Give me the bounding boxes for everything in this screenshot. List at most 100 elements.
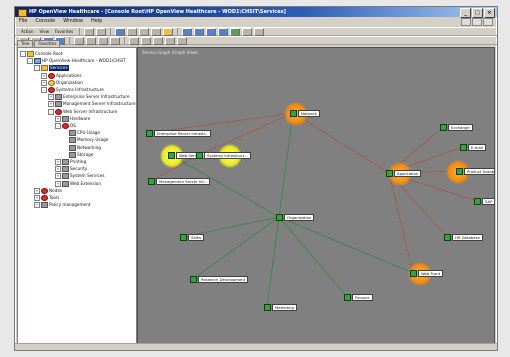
service-icon [180,234,187,241]
small-icons-icon[interactable] [194,27,205,36]
tree-item[interactable]: Storage [62,151,93,158]
tree-item[interactable]: - Systems Infrastructure [41,87,104,93]
tree-item[interactable]: + Policy management [34,202,90,209]
graph-node-network[interactable]: Network [290,110,320,117]
tree-item[interactable]: + Web Extension [55,180,101,187]
tree-item[interactable]: + Nodes [34,187,62,194]
layout-tree-icon[interactable] [74,36,84,45]
graph-node-finance[interactable]: Finance [344,294,373,301]
collapse-icon[interactable]: - [55,123,61,129]
tree-item[interactable]: - Services [34,65,69,72]
expand-icon[interactable]: + [34,202,40,209]
tree-item-label: OS [70,123,76,128]
collapse-icon[interactable]: - [27,58,33,65]
action-menu[interactable]: Action [19,28,36,36]
export-list-icon[interactable] [151,27,162,36]
action-toolbar: Action View Favorites [15,27,497,36]
expand-icon[interactable]: + [41,79,47,86]
tree-item[interactable]: - HP OpenView Healthcare - WOD1\CHSIT [27,58,126,65]
layout-grid-icon[interactable] [98,36,108,45]
graph-node-webfront[interactable]: Web Front [410,270,444,277]
graph-node-sap[interactable]: SAP [474,198,494,205]
expand-icon[interactable]: + [41,72,47,79]
tree-item[interactable]: - Console Root [20,51,62,57]
menu-file[interactable]: File [19,17,27,26]
properties-icon[interactable] [242,27,253,36]
tree-item[interactable]: + Security [55,166,87,173]
expand-icon[interactable]: + [55,173,61,180]
filter-icon[interactable] [254,27,265,36]
tree-item[interactable]: + Enterprise Server Infrastructure [48,94,130,101]
expand-icon[interactable]: + [55,159,61,165]
tree-item[interactable]: + Tools [34,195,59,201]
mdi-minimize-button[interactable] [461,18,471,26]
tree-item[interactable]: CPU Usage [62,130,100,137]
collapse-icon[interactable]: - [20,51,26,57]
graph-node-research[interactable]: Research Development [190,276,249,283]
service-icon [264,304,271,311]
graph-node-sysinfra[interactable]: Systems Infrastruct... [196,152,251,159]
collapse-all-icon[interactable] [177,36,187,45]
graph-canvas[interactable]: Service Graph (Graph View) Network Enterp… [137,47,495,345]
layout-radial-icon[interactable] [86,36,96,45]
print-icon[interactable] [129,36,139,45]
collapse-icon[interactable]: - [48,108,54,115]
main-window: HP OpenView Healthcare - [Console Root\H… [14,6,498,351]
graph-node-organization[interactable]: Organization [276,214,315,221]
menu-help[interactable]: Help [91,17,102,26]
menu-console[interactable]: Console [35,17,55,26]
graph-node-sales[interactable]: Sales [180,234,205,241]
expand-icon[interactable]: + [55,180,61,187]
up-folder-icon[interactable] [115,27,126,36]
show-tree-icon[interactable] [127,27,138,36]
find-icon[interactable] [153,36,163,45]
expand-icon[interactable]: + [34,187,40,194]
tree-item[interactable]: + System Services [55,173,105,180]
fit-to-window-icon[interactable] [110,36,120,45]
large-icons-icon[interactable] [182,27,193,36]
expand-icon[interactable]: + [55,166,61,173]
graph-node-enterprise[interactable]: Enterprise Server Infrastr... [146,130,212,137]
expand-all-icon[interactable] [165,36,175,45]
expand-icon[interactable]: + [34,195,40,201]
tree-item[interactable]: + Printing [55,159,86,165]
detail-view-icon[interactable] [218,27,229,36]
expand-icon[interactable]: + [48,101,54,108]
tree-item[interactable]: Networking [62,144,101,151]
graph-node-application[interactable]: Application [386,170,422,177]
favorites-menu[interactable]: Favorites [53,28,75,36]
forward-icon[interactable] [96,27,107,36]
collapse-icon[interactable]: - [34,65,40,72]
graph-node-exchange[interactable]: Exchange [440,124,473,131]
tree-item[interactable]: + Hardware [55,115,90,122]
tree-item[interactable]: Memory Usage [62,137,108,144]
view-menu[interactable]: View [38,28,52,36]
graph-edge [292,112,390,174]
tree-item[interactable]: + Management Server Infrastructure [48,101,136,108]
menu-window[interactable]: Window [63,17,83,26]
tree-item[interactable]: - OS [55,123,76,129]
expand-icon[interactable]: + [48,94,54,101]
tab-tree[interactable]: Tree [17,40,34,47]
graph-node-email[interactable]: E-mail [460,144,486,151]
back-icon[interactable] [84,27,95,36]
list-view-icon[interactable] [206,27,217,36]
graph-node-product[interactable]: Product Database [456,168,494,175]
red-status-icon [48,87,55,93]
graph-node-marketing[interactable]: Marketing [264,304,297,311]
tab-favorites[interactable]: Favorites [34,40,61,47]
collapse-icon[interactable]: - [41,87,47,93]
mdi-restore-button[interactable] [472,18,482,26]
graph-view-icon[interactable] [230,27,241,36]
copy-icon[interactable] [141,36,151,45]
tree-item[interactable]: + Organization [41,79,83,86]
mdi-close-button[interactable] [483,18,493,26]
help-icon[interactable] [163,27,174,36]
graph-node-hrdb[interactable]: HR Database [444,234,483,241]
refresh-icon[interactable] [139,27,150,36]
graph-node-mgmt[interactable]: Management Server Inf... [148,178,211,185]
tree-item[interactable]: + Applications [41,72,82,79]
tree-item[interactable]: - Web Server Infrastructure [48,108,117,115]
grey-status-icon [62,115,69,122]
expand-icon[interactable]: + [55,115,61,122]
